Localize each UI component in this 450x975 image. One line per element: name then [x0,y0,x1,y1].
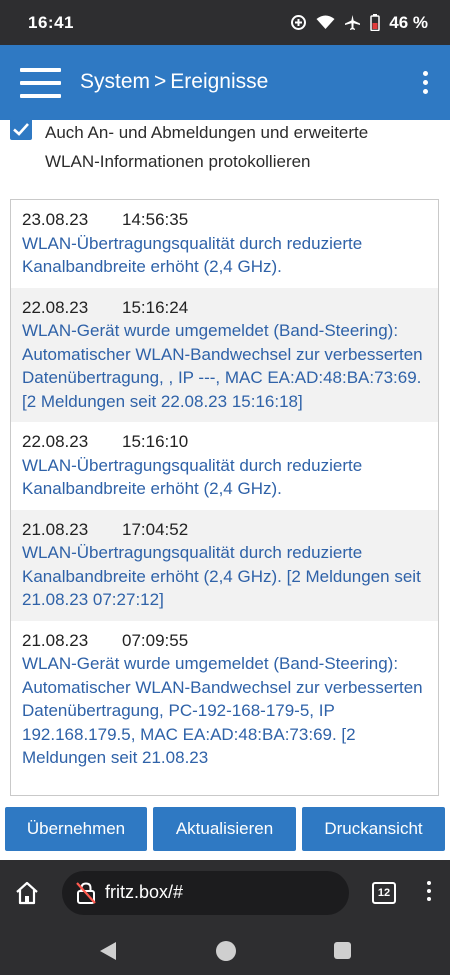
home-circle-icon[interactable] [216,941,236,961]
url-text: fritz.box/# [105,882,184,902]
print-view-button[interactable]: Druckansicht [302,807,445,851]
event-message[interactable]: WLAN-Gerät wurde umgemeldet (Band-Steeri… [22,652,426,770]
event-time: 15:16:10 [122,432,189,451]
event-date: 22.08.23 [22,297,89,317]
breadcrumb-separator: > [154,70,167,93]
event-message[interactable]: WLAN-Übertragungsqualität durch reduzier… [22,454,426,501]
event-date: 22.08.23 [22,432,89,451]
tab-switcher-button[interactable]: 12 [372,882,396,904]
event-time: 07:09:55 [122,630,189,650]
overflow-menu-icon[interactable] [420,71,430,97]
airplane-icon [345,15,361,30]
log-wlan-checkbox[interactable] [10,118,32,140]
event-date: 23.08.23 [22,210,89,229]
back-icon[interactable] [98,940,118,962]
wifi-icon [316,15,335,29]
battery-low-icon [370,14,380,31]
not-secure-lock-icon[interactable] [75,881,97,905]
event-date: 21.08.23 [22,519,89,539]
data-saver-icon [291,15,307,30]
status-bar: 16:41 46 % [0,0,450,45]
battery-percent: 46 % [389,12,428,32]
event-time: 17:04:52 [122,519,189,539]
events-list[interactable]: 23.08.23 14:56:35 WLAN-Übertragungsqualit… [10,199,439,796]
event-item: 21.08.23 07:09:55 WLAN-Gerät wurde umgeme… [11,621,438,779]
event-time: 14:56:35 [122,210,189,229]
apply-button[interactable]: Übernehmen [5,807,147,851]
status-time: 16:41 [28,12,74,32]
event-item: 22.08.23 15:16:24 WLAN-Gerät wurde umgeme… [11,287,438,422]
status-icons: 46 % [290,13,428,33]
recents-icon[interactable] [334,942,351,959]
event-time: 15:16:24 [122,297,189,317]
event-message[interactable]: WLAN-Gerät wurde umgemeldet (Band-Steeri… [22,319,426,413]
action-bar: Übernehmen Aktualisieren Druckansicht [0,798,450,860]
log-option-label: Auch An- und Abmeldungen und erweiterte … [45,123,369,171]
system-nav-bar [0,927,450,975]
hamburger-menu-icon[interactable] [20,68,61,98]
breadcrumb-page: Ereignisse [170,70,269,93]
event-date: 21.08.23 [22,630,89,650]
address-bar[interactable]: fritz.box/# [62,871,349,915]
event-message[interactable]: WLAN-Übertragungsqualität durch reduzier… [22,232,426,279]
event-item: 22.08.23 15:16:10 WLAN-Übertragungsqualit… [11,422,438,510]
page-title: System > Ereignisse [80,70,268,94]
app-bar: System > Ereignisse [0,45,450,120]
checkmark-icon [13,123,29,136]
refresh-button[interactable]: Aktualisieren [153,807,296,851]
browser-toolbar: fritz.box/# 12 [0,860,450,927]
event-item: 21.08.23 17:04:52 WLAN-Übertragungsqualit… [11,509,438,621]
home-icon[interactable] [14,880,40,906]
breadcrumb-section[interactable]: System [80,70,150,94]
browser-menu-icon[interactable] [425,881,433,907]
tab-count: 12 [377,887,391,899]
event-message[interactable]: WLAN-Übertragungsqualität durch reduzier… [22,541,426,612]
event-item: 23.08.23 14:56:35 WLAN-Übertragungsqualit… [11,200,438,288]
